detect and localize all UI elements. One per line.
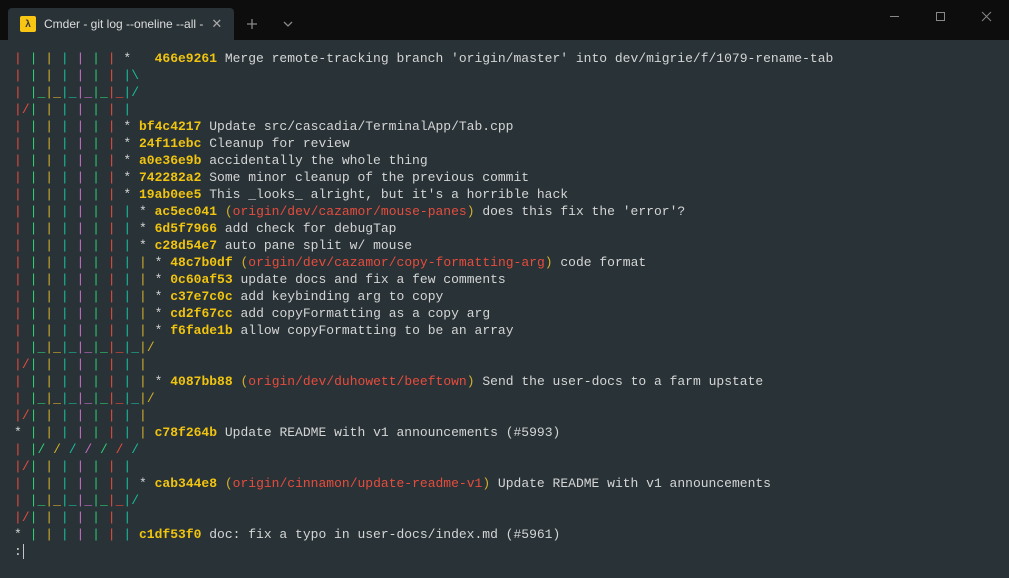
lambda-icon: λ — [20, 16, 36, 32]
tab-strip: λ Cmder - git log --oneline --all - ✕ — [0, 0, 306, 40]
log-line: |/| | | | | | | — [14, 509, 995, 526]
log-line: |/| | | | | | | — [14, 101, 995, 118]
log-line: | |_|_|_|_|_|_|/ — [14, 84, 995, 101]
new-tab-button[interactable] — [234, 8, 270, 40]
log-line: | | | | | | | * 742282a2 Some minor clea… — [14, 169, 995, 186]
log-line: | |/ / / / / / / — [14, 441, 995, 458]
log-line: | | | | | | | | * c28d54e7 auto pane spl… — [14, 237, 995, 254]
terminal-tab[interactable]: λ Cmder - git log --oneline --all - ✕ — [8, 8, 234, 40]
log-line: | | | | | | | * a0e36e9b accidentally th… — [14, 152, 995, 169]
log-line: | | | | | | | | | * f6fade1b allow copyF… — [14, 322, 995, 339]
log-line: |/| | | | | | | | — [14, 356, 995, 373]
log-line: | |_|_|_|_|_|_|/ — [14, 492, 995, 509]
log-line: | | | | | | | | * 6d5f7966 add check for… — [14, 220, 995, 237]
log-line: | |_|_|_|_|_|_|_|/ — [14, 339, 995, 356]
log-line: | | | | | | | |\ — [14, 67, 995, 84]
log-line: | | | | | | | * bf4c4217 Update src/casc… — [14, 118, 995, 135]
tab-title: Cmder - git log --oneline --all - — [44, 17, 203, 31]
log-line: |/| | | | | | | | — [14, 407, 995, 424]
close-window-button[interactable] — [963, 0, 1009, 32]
close-tab-icon[interactable]: ✕ — [211, 16, 222, 32]
log-line: | | | | | | | * 466e9261 Merge remote-tr… — [14, 50, 995, 67]
log-line: | |_|_|_|_|_|_|_|/ — [14, 390, 995, 407]
terminal-output[interactable]: | | | | | | | * 466e9261 Merge remote-tr… — [0, 40, 1009, 578]
pager-prompt[interactable]: : — [14, 543, 995, 560]
log-line: | | | | | | | | | * 4087bb88 (origin/dev… — [14, 373, 995, 390]
log-line: |/| | | | | | | — [14, 458, 995, 475]
window-controls — [871, 0, 1009, 40]
log-line: | | | | | | | | | * 48c7b0df (origin/dev… — [14, 254, 995, 271]
maximize-button[interactable] — [917, 0, 963, 32]
log-line: | | | | | | | | * ac5ec041 (origin/dev/c… — [14, 203, 995, 220]
titlebar: λ Cmder - git log --oneline --all - ✕ — [0, 0, 1009, 40]
log-line: | | | | | | | | | * cd2f67cc add copyFor… — [14, 305, 995, 322]
log-line: | | | | | | | | * cab344e8 (origin/cinna… — [14, 475, 995, 492]
log-line: | | | | | | | * 24f11ebc Cleanup for rev… — [14, 135, 995, 152]
log-line: | | | | | | | * 19ab0ee5 This _looks_ al… — [14, 186, 995, 203]
minimize-button[interactable] — [871, 0, 917, 32]
log-line: * | | | | | | | | c78f264b Update README… — [14, 424, 995, 441]
tab-dropdown-button[interactable] — [270, 8, 306, 40]
log-line: | | | | | | | | | * c37e7c0c add keybind… — [14, 288, 995, 305]
log-line: * | | | | | | | c1df53f0 doc: fix a typo… — [14, 526, 995, 543]
log-line: | | | | | | | | | * 0c60af53 update docs… — [14, 271, 995, 288]
